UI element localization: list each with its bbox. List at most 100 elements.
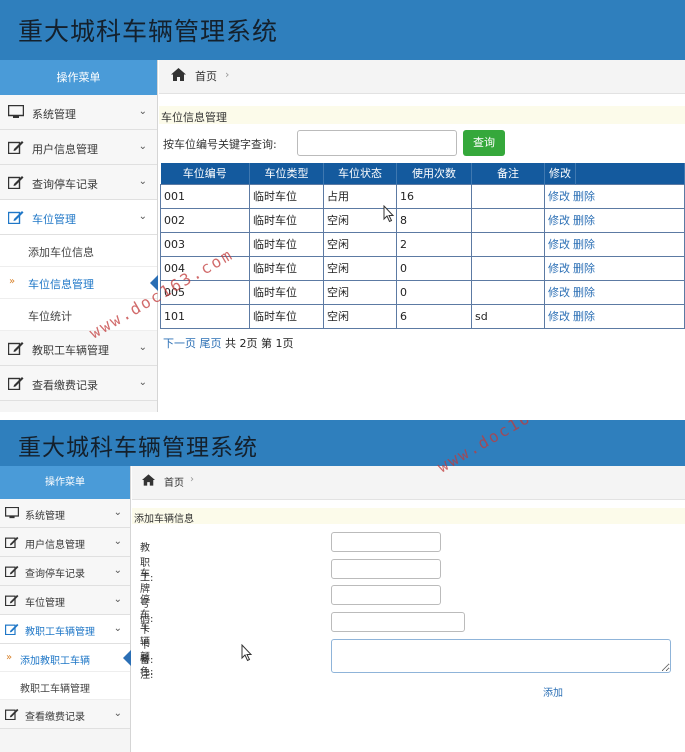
parking-management-screen: 重大城科车辆管理系统 操作菜单 系统管理 ⌄ 用户信息管理 ⌄ 查询停车记录 ⌄… xyxy=(0,0,685,412)
breadcrumb-separator: › xyxy=(190,474,194,485)
table-row: 004 临时车位 空闲 0 修改 删除 xyxy=(160,255,685,281)
sidebar-subitem-label: 教职工车辆管理 xyxy=(20,684,90,695)
edit-icon xyxy=(8,141,24,154)
vehicle-color-field[interactable] xyxy=(331,612,465,632)
sidebar-item-label: 查询停车记录 xyxy=(32,178,98,191)
chevron-down-icon: ⌄ xyxy=(138,377,147,388)
table-cell: 8 xyxy=(396,207,472,233)
remark-field[interactable] xyxy=(331,639,671,673)
row-actions: 修改 删除 xyxy=(544,279,685,305)
table-cell: 空闲 xyxy=(323,279,397,305)
table-cell: 空闲 xyxy=(323,303,397,329)
table-cell xyxy=(471,255,545,281)
edit-icon xyxy=(5,594,19,606)
mouse-cursor-icon xyxy=(241,644,253,662)
column-header: 车位类型 xyxy=(249,163,324,184)
edit-link[interactable]: 修改 xyxy=(548,262,570,275)
sidebar-item-parking-records[interactable]: 查询停车记录 ⌄ xyxy=(0,165,157,200)
edit-link[interactable]: 修改 xyxy=(548,190,570,203)
table-row: 002 临时车位 空闲 8 修改 删除 xyxy=(160,207,685,233)
sidebar-subitem-add-vehicle[interactable]: » 添加教职工车辆 xyxy=(0,644,131,672)
edit-icon xyxy=(8,377,24,390)
table-header-row: 车位编号 车位类型 车位状态 使用次数 备注 修改 xyxy=(160,163,685,184)
breadcrumb: 首页 › xyxy=(159,60,685,94)
sidebar-item-users[interactable]: 用户信息管理 ⌄ xyxy=(0,130,157,165)
panel-title: 车位信息管理 xyxy=(159,106,685,124)
sidebar-item-parking[interactable]: 车位管理 ⌄ xyxy=(0,586,130,615)
pager: 下一页 尾页 共 2页 第 1页 xyxy=(163,335,294,351)
staff-field[interactable] xyxy=(331,532,441,552)
parking-card-field[interactable] xyxy=(331,585,441,605)
sidebar-item-vehicles[interactable]: 教职工车辆管理 ⌄ xyxy=(0,331,157,366)
delete-link[interactable]: 删除 xyxy=(573,286,595,299)
breadcrumb-home[interactable]: 首页 xyxy=(195,68,217,84)
add-button[interactable]: 添加 xyxy=(543,684,563,699)
edit-icon xyxy=(5,708,19,720)
delete-link[interactable]: 删除 xyxy=(573,214,595,227)
breadcrumb: 首页 › xyxy=(132,466,685,500)
sidebar-item-label: 用户信息管理 xyxy=(32,143,98,156)
table-cell: 空闲 xyxy=(323,255,397,281)
sidebar-item-parking-records[interactable]: 查询停车记录 ⌄ xyxy=(0,557,130,586)
delete-link[interactable]: 删除 xyxy=(573,310,595,323)
table-cell: 16 xyxy=(396,183,472,209)
delete-link[interactable]: 删除 xyxy=(573,262,595,275)
home-icon[interactable] xyxy=(142,474,155,486)
edit-link[interactable]: 修改 xyxy=(548,310,570,323)
home-icon[interactable] xyxy=(171,68,186,81)
table-cell: 临时车位 xyxy=(249,207,324,233)
sidebar-subitem-add-parking[interactable]: 添加车位信息 xyxy=(0,235,157,267)
sidebar-subitem-vehicle-management[interactable]: 教职工车辆管理 xyxy=(0,672,130,700)
chevron-down-icon: ⌄ xyxy=(113,507,122,518)
sidebar-header: 操作菜单 xyxy=(0,60,157,95)
edit-link[interactable]: 修改 xyxy=(548,238,570,251)
sidebar-item-label: 查看缴费记录 xyxy=(25,712,85,723)
sidebar-item-label: 车位管理 xyxy=(32,213,76,226)
sidebar-subitem-label: 添加教职工车辆 xyxy=(20,656,90,667)
sidebar-item-system[interactable]: 系统管理 ⌄ xyxy=(0,499,130,528)
table-cell xyxy=(471,231,545,257)
sidebar-item-users[interactable]: 用户信息管理 ⌄ xyxy=(0,528,130,557)
table-row: 003 临时车位 空闲 2 修改 删除 xyxy=(160,231,685,257)
chevron-down-icon: ⌄ xyxy=(113,708,122,719)
table-cell: 空闲 xyxy=(323,231,397,257)
delete-link[interactable]: 删除 xyxy=(573,238,595,251)
sidebar-item-payments[interactable]: 查看缴费记录 ⌄ xyxy=(0,366,157,401)
plate-number-field[interactable] xyxy=(331,559,441,579)
add-vehicle-screen: 重大城科车辆管理系统 操作菜单 系统管理 ⌄ 用户信息管理 ⌄ 查询停车记录 ⌄… xyxy=(0,420,685,752)
edit-icon xyxy=(5,623,19,635)
sidebar-subitem-parking-info[interactable]: » 车位信息管理 xyxy=(0,267,158,299)
delete-link[interactable]: 删除 xyxy=(573,190,595,203)
search-input[interactable] xyxy=(297,130,457,156)
sidebar-item-system[interactable]: 系统管理 ⌄ xyxy=(0,95,157,130)
parking-table: 车位编号 车位类型 车位状态 使用次数 备注 修改 001 临时车位 占用 16 修改删… xyxy=(160,163,685,329)
row-actions: 修改 删除 xyxy=(544,183,685,209)
edit-link[interactable]: 修改 xyxy=(548,286,570,299)
next-page-link[interactable]: 下一页 xyxy=(163,337,196,350)
column-header: 车位状态 xyxy=(323,163,397,184)
table-cell: 临时车位 xyxy=(249,255,324,281)
column-header: 备注 xyxy=(471,163,545,184)
table-cell: 2 xyxy=(396,231,472,257)
table-cell xyxy=(471,183,545,209)
sidebar-item-parking[interactable]: 车位管理 ⌄ xyxy=(0,200,157,235)
sidebar-item-vehicles[interactable]: 教职工车辆管理 ⌄ xyxy=(0,615,130,644)
panel-title: 添加车辆信息 xyxy=(132,508,685,525)
chevron-down-icon: ⌄ xyxy=(113,594,122,605)
chevron-down-icon: ⌄ xyxy=(138,176,147,187)
breadcrumb-home[interactable]: 首页 xyxy=(164,474,184,489)
chevron-down-icon: ⌄ xyxy=(113,565,122,576)
chevron-down-icon: ⌄ xyxy=(113,623,122,634)
main-content: 首页 › 添加车辆信息 教职工: 车牌号码: 停车卡卡号: 车辆颜色: 备注: … xyxy=(132,466,685,752)
mouse-cursor-icon xyxy=(383,205,395,223)
table-cell: 临时车位 xyxy=(249,183,324,209)
table-cell: sd xyxy=(471,303,545,329)
app-header: 重大城科车辆管理系统 xyxy=(0,0,685,60)
sidebar-item-payments[interactable]: 查看缴费记录 ⌄ xyxy=(0,700,130,729)
edit-link[interactable]: 修改 xyxy=(548,214,570,227)
app-title: 重大城科车辆管理系统 xyxy=(18,17,279,46)
last-page-link[interactable]: 尾页 xyxy=(200,337,222,350)
search-button[interactable]: 查询 xyxy=(463,130,505,156)
sidebar-item-label: 教职工车辆管理 xyxy=(32,344,109,357)
edit-icon xyxy=(5,536,19,548)
